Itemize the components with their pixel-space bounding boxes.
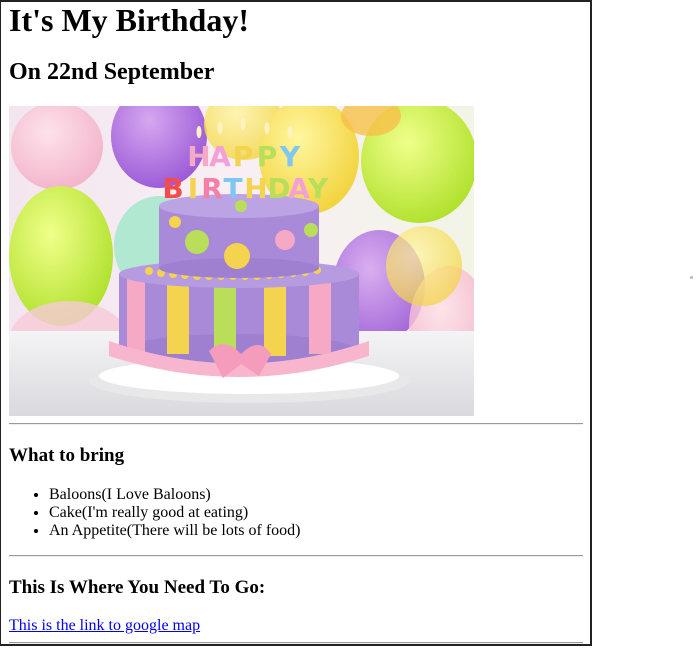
list-item: An Appetite(There will be lots of food) bbox=[49, 522, 301, 540]
list-item: Baloons(I Love Baloons) bbox=[49, 486, 301, 504]
svg-text:Y: Y bbox=[279, 140, 301, 173]
svg-text:B: B bbox=[162, 172, 183, 205]
svg-text:A: A bbox=[209, 140, 231, 173]
bring-list: Baloons(I Love Baloons) Cake(I'm really … bbox=[9, 486, 301, 540]
browser-viewport: It's My Birthday! On 22nd September H A … bbox=[0, 0, 592, 646]
divider-top bbox=[9, 423, 583, 425]
page-title: It's My Birthday! bbox=[9, 2, 249, 38]
location-heading: This Is Where You Need To Go: bbox=[9, 577, 266, 598]
svg-text:Y: Y bbox=[307, 172, 329, 205]
divider-middle bbox=[9, 555, 583, 557]
list-item: Cake(I'm really good at eating) bbox=[49, 504, 301, 522]
google-map-link[interactable]: This is the link to google map bbox=[9, 617, 200, 635]
svg-text:H: H bbox=[187, 140, 210, 173]
svg-text:R: R bbox=[201, 172, 223, 205]
birthday-cake-image: H A P P Y B I R T H D A Y bbox=[9, 106, 474, 416]
svg-text:A: A bbox=[288, 172, 310, 205]
svg-text:I: I bbox=[188, 172, 198, 205]
cursor-dot bbox=[690, 276, 693, 279]
svg-text:P: P bbox=[257, 140, 278, 173]
what-to-bring-heading: What to bring bbox=[9, 445, 125, 466]
svg-text:P: P bbox=[233, 140, 254, 173]
svg-text:D: D bbox=[267, 172, 290, 205]
page-subtitle: On 22nd September bbox=[9, 59, 215, 85]
svg-text:T: T bbox=[223, 172, 242, 205]
divider-bottom bbox=[9, 642, 583, 644]
svg-text:H: H bbox=[244, 172, 267, 205]
